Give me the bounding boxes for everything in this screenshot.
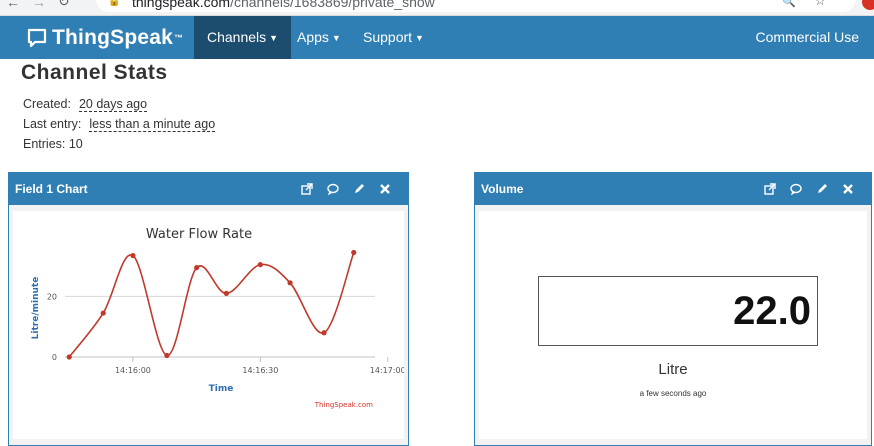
- nav-channels[interactable]: Channels ▼: [194, 16, 292, 59]
- x-tick-label: 14:16:30: [242, 366, 278, 375]
- y-axis-label: Litre/minute: [31, 277, 41, 340]
- extension-icon[interactable]: [862, 0, 874, 10]
- stat-entries: Entries: 10: [23, 137, 83, 151]
- bookmark-star-icon[interactable]: ☆: [814, 0, 826, 9]
- url-text: thingspeak.com/channels/1683869/private_…: [132, 0, 435, 10]
- nav-commercial-use[interactable]: Commercial Use: [743, 16, 872, 59]
- lock-icon: 🔒: [108, 0, 121, 7]
- chart-credit[interactable]: ThingSpeak.com: [314, 401, 373, 409]
- external-link-icon[interactable]: [757, 180, 783, 198]
- comment-icon[interactable]: [320, 180, 346, 198]
- chart-title: Water Flow Rate: [146, 227, 252, 242]
- line-chart: Water Flow Rate Litre/minute Time ThingS…: [31, 227, 533, 409]
- page-title: Channel Stats: [21, 61, 168, 84]
- numeric-value: 22.0: [733, 289, 811, 333]
- numeric-units: Litre: [658, 361, 688, 378]
- numeric-display: 22.0: [538, 276, 818, 346]
- back-arrow-icon[interactable]: ←: [6, 0, 20, 10]
- pencil-icon[interactable]: [346, 180, 372, 198]
- chat-bubble-logo-icon: [27, 28, 47, 48]
- data-point[interactable]: [321, 330, 327, 336]
- reload-icon[interactable]: ↻: [58, 0, 70, 10]
- data-point[interactable]: [257, 262, 263, 268]
- stat-created: Created: 20 days ago: [23, 97, 148, 112]
- url-host: thingspeak.com: [132, 0, 231, 10]
- data-point[interactable]: [66, 354, 72, 360]
- x-axis-label: Time: [209, 384, 234, 394]
- stat-created-value: 20 days ago: [78, 97, 148, 112]
- data-point[interactable]: [164, 352, 170, 359]
- nav-apps-label: Apps: [297, 29, 329, 45]
- y-tick-label: 0: [52, 353, 57, 362]
- nav-channels-label: Channels: [207, 29, 267, 45]
- y-tick-label: 20: [47, 292, 57, 301]
- address-bar[interactable]: 🔒 thingspeak.com/channels/1683869/privat…: [96, 0, 856, 12]
- panel-header: Field 1 Chart: [9, 173, 408, 205]
- data-point[interactable]: [194, 265, 200, 271]
- nav-support-label: Support: [363, 29, 413, 45]
- chart-body: Water Flow Rate Litre/minute Time ThingS…: [13, 211, 533, 439]
- data-point[interactable]: [130, 252, 136, 259]
- x-tick-label: 14:16:00: [115, 366, 151, 375]
- data-point[interactable]: [287, 280, 293, 286]
- volume-panel: Volume 22.0 Litre a few seconds ago: [474, 172, 872, 446]
- caret-down-icon: ▼: [415, 32, 424, 43]
- comment-icon[interactable]: [783, 180, 809, 198]
- panel-toolbar: [294, 180, 398, 198]
- field1-chart-panel: Field 1 Chart Water Flow Rate Litre/minu…: [8, 172, 533, 446]
- stat-last-entry-value: less than a minute ago: [89, 117, 216, 132]
- external-link-icon[interactable]: [294, 180, 320, 198]
- caret-down-icon: ▼: [269, 32, 279, 43]
- stat-last-entry-label: Last entry:: [23, 117, 82, 131]
- close-icon[interactable]: [835, 180, 861, 198]
- forward-arrow-icon[interactable]: →: [32, 0, 46, 10]
- zoom-icon[interactable]: 🔍: [782, 0, 796, 8]
- panel-title: Volume: [481, 182, 524, 196]
- stat-last-entry: Last entry: less than a minute ago: [23, 117, 216, 132]
- panel-header: Volume: [475, 173, 871, 205]
- x-tick-label: 14:17:00: [370, 366, 404, 375]
- data-point[interactable]: [351, 249, 357, 256]
- brand-name: ThingSpeak: [52, 26, 174, 49]
- panel-title: Field 1 Chart: [15, 182, 88, 196]
- close-icon[interactable]: [372, 180, 398, 198]
- brand-trademark: ™: [174, 33, 184, 43]
- main-navbar: ThingSpeak ™ Channels ▼ Apps ▼ Support ▼ Com…: [0, 16, 874, 59]
- browser-toolbar: ← → ↻ 🔒 thingspeak.com/channels/1683869/…: [0, 0, 874, 16]
- numeric-display-body: 22.0 Litre a few seconds ago: [479, 211, 867, 439]
- numeric-updated-time: a few seconds ago: [639, 389, 707, 398]
- nav-support[interactable]: Support ▼: [350, 16, 437, 59]
- panel-toolbar: [757, 180, 861, 198]
- nav-apps[interactable]: Apps ▼: [284, 16, 354, 59]
- stat-created-label: Created:: [23, 97, 71, 111]
- url-path: /channels/1683869/private_show: [230, 0, 435, 10]
- pencil-icon[interactable]: [809, 180, 835, 198]
- brand-logo[interactable]: ThingSpeak ™: [26, 25, 183, 51]
- data-point[interactable]: [100, 310, 106, 316]
- caret-down-icon: ▼: [331, 32, 341, 43]
- series-line: [68, 252, 355, 358]
- data-point[interactable]: [223, 290, 229, 296]
